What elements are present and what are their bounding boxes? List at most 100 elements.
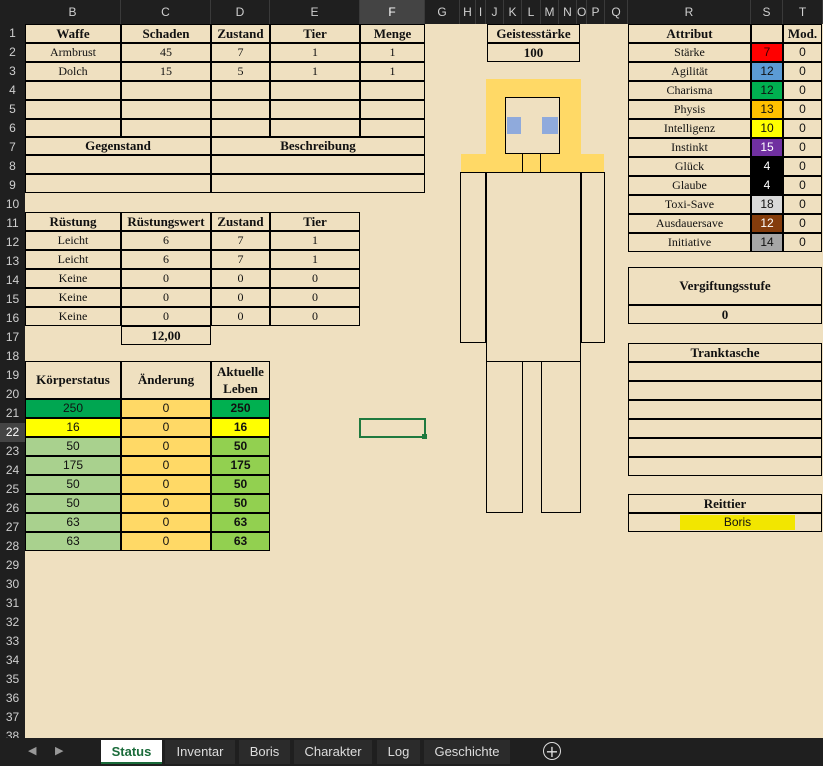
row-header[interactable]: 11 bbox=[0, 214, 25, 233]
empty-cell[interactable] bbox=[121, 81, 211, 100]
potion-bag-label[interactable]: Tranktasche bbox=[628, 343, 822, 362]
body-status-cell[interactable]: 50 bbox=[25, 437, 121, 456]
attribute-value-cell[interactable]: 14 bbox=[751, 233, 783, 252]
attribute-mod-cell[interactable]: 0 bbox=[783, 43, 822, 62]
attribute-name-cell[interactable]: Stärke bbox=[628, 43, 751, 62]
empty-cell[interactable] bbox=[270, 81, 360, 100]
amount-header[interactable]: Menge bbox=[360, 24, 425, 43]
row-header[interactable]: 35 bbox=[0, 670, 25, 689]
row-header[interactable]: 9 bbox=[0, 176, 25, 195]
change-cell[interactable]: 0 bbox=[121, 437, 211, 456]
armor-name-cell[interactable]: Leicht bbox=[25, 231, 121, 250]
weapon-condition-cell[interactable]: 5 bbox=[211, 62, 270, 81]
col-header-i[interactable]: I bbox=[476, 0, 486, 24]
col-header-o[interactable]: O bbox=[577, 0, 587, 24]
current-life-cell[interactable]: 16 bbox=[211, 418, 270, 437]
row-header[interactable]: 31 bbox=[0, 594, 25, 613]
row-header[interactable]: 7 bbox=[0, 138, 25, 157]
armor-value-cell[interactable]: 0 bbox=[121, 307, 211, 326]
row-header[interactable]: 19 bbox=[0, 366, 25, 385]
armor-value-cell[interactable]: 0 bbox=[121, 269, 211, 288]
row-header[interactable]: 8 bbox=[0, 157, 25, 176]
armor-tier-cell[interactable]: 0 bbox=[270, 269, 360, 288]
current-life-cell[interactable]: 50 bbox=[211, 475, 270, 494]
mount-label[interactable]: Reittier bbox=[628, 494, 822, 513]
empty-cell[interactable] bbox=[360, 100, 425, 119]
triangle-left-icon[interactable]: ◀ bbox=[28, 744, 36, 757]
armor-tier-cell[interactable]: 0 bbox=[270, 307, 360, 326]
potion-slot[interactable] bbox=[628, 419, 822, 438]
tab-charakter[interactable]: Charakter bbox=[294, 740, 372, 764]
row-header[interactable]: 24 bbox=[0, 461, 25, 480]
change-cell[interactable]: 0 bbox=[121, 418, 211, 437]
triangle-right-icon[interactable]: ▶ bbox=[55, 744, 63, 757]
body-status-cell[interactable]: 16 bbox=[25, 418, 121, 437]
attribute-value-header[interactable] bbox=[751, 24, 783, 43]
attribute-value-cell[interactable]: 10 bbox=[751, 119, 783, 138]
current-life-cell[interactable]: 50 bbox=[211, 494, 270, 513]
attribute-name-cell[interactable]: Physis bbox=[628, 100, 751, 119]
col-header-s[interactable]: S bbox=[751, 0, 783, 24]
tab-status[interactable]: Status bbox=[101, 740, 162, 764]
armor-value-cell[interactable]: 6 bbox=[121, 231, 211, 250]
row-header[interactable]: 26 bbox=[0, 499, 25, 518]
attribute-name-cell[interactable]: Toxi-Save bbox=[628, 195, 751, 214]
row-header[interactable]: 38 bbox=[0, 727, 25, 738]
body-status-header[interactable]: Körperstatus bbox=[25, 361, 121, 399]
attribute-name-cell[interactable]: Intelligenz bbox=[628, 119, 751, 138]
potion-slot[interactable] bbox=[628, 438, 822, 457]
row-header[interactable]: 21 bbox=[0, 404, 25, 423]
attribute-name-cell[interactable]: Initiative bbox=[628, 233, 751, 252]
row-header[interactable]: 3 bbox=[0, 62, 25, 81]
change-header[interactable]: Änderung bbox=[121, 361, 211, 399]
body-status-cell[interactable]: 63 bbox=[25, 513, 121, 532]
attribute-mod-cell[interactable]: 0 bbox=[783, 157, 822, 176]
armor-tier-cell[interactable]: 1 bbox=[270, 231, 360, 250]
current-life-cell[interactable]: 50 bbox=[211, 437, 270, 456]
attribute-value-cell[interactable]: 12 bbox=[751, 81, 783, 100]
row-header[interactable]: 13 bbox=[0, 252, 25, 271]
empty-cell[interactable] bbox=[360, 81, 425, 100]
current-life-header[interactable]: Aktuelle Leben bbox=[211, 361, 270, 399]
col-header-c[interactable]: C bbox=[121, 0, 211, 24]
col-header-e[interactable]: E bbox=[270, 0, 360, 24]
empty-cell[interactable] bbox=[211, 155, 425, 174]
row-header[interactable]: 6 bbox=[0, 119, 25, 138]
armor-condition-cell[interactable]: 0 bbox=[211, 307, 270, 326]
change-cell[interactable]: 0 bbox=[121, 475, 211, 494]
armor-value-header[interactable]: Rüstungswert bbox=[121, 212, 211, 231]
row-header[interactable]: 1 bbox=[0, 24, 25, 43]
row-header[interactable]: 32 bbox=[0, 613, 25, 632]
poison-value[interactable]: 0 bbox=[628, 305, 822, 324]
attribute-mod-cell[interactable]: 0 bbox=[783, 195, 822, 214]
col-header-p[interactable]: P bbox=[587, 0, 605, 24]
attribute-mod-cell[interactable]: 0 bbox=[783, 62, 822, 81]
col-header-t[interactable]: T bbox=[783, 0, 823, 24]
armor-value-cell[interactable]: 0 bbox=[121, 288, 211, 307]
attribute-mod-cell[interactable]: 0 bbox=[783, 100, 822, 119]
spirit-label[interactable]: Geistesstärke bbox=[487, 24, 580, 43]
row-header[interactable]: 16 bbox=[0, 309, 25, 328]
weapon-damage-cell[interactable]: 45 bbox=[121, 43, 211, 62]
tab-inventar[interactable]: Inventar bbox=[165, 740, 235, 764]
body-status-cell[interactable]: 50 bbox=[25, 475, 121, 494]
attribute-mod-cell[interactable]: 0 bbox=[783, 233, 822, 252]
col-header-d[interactable]: D bbox=[211, 0, 270, 24]
row-header[interactable]: 18 bbox=[0, 347, 25, 366]
body-status-cell[interactable]: 63 bbox=[25, 532, 121, 551]
attribute-header[interactable]: Attribut bbox=[628, 24, 751, 43]
tab-boris[interactable]: Boris bbox=[239, 740, 290, 764]
row-header[interactable]: 20 bbox=[0, 385, 25, 404]
col-header-n[interactable]: N bbox=[559, 0, 577, 24]
empty-cell[interactable] bbox=[270, 100, 360, 119]
row-header[interactable]: 23 bbox=[0, 442, 25, 461]
change-cell[interactable]: 0 bbox=[121, 456, 211, 475]
row-header[interactable]: 4 bbox=[0, 81, 25, 100]
row-header[interactable]: 28 bbox=[0, 537, 25, 556]
row-header[interactable]: 34 bbox=[0, 651, 25, 670]
change-cell[interactable]: 0 bbox=[121, 399, 211, 418]
col-header-k[interactable]: K bbox=[504, 0, 522, 24]
row-header[interactable]: 5 bbox=[0, 100, 25, 119]
row-header[interactable]: 33 bbox=[0, 632, 25, 651]
selected-cell[interactable] bbox=[359, 418, 426, 438]
